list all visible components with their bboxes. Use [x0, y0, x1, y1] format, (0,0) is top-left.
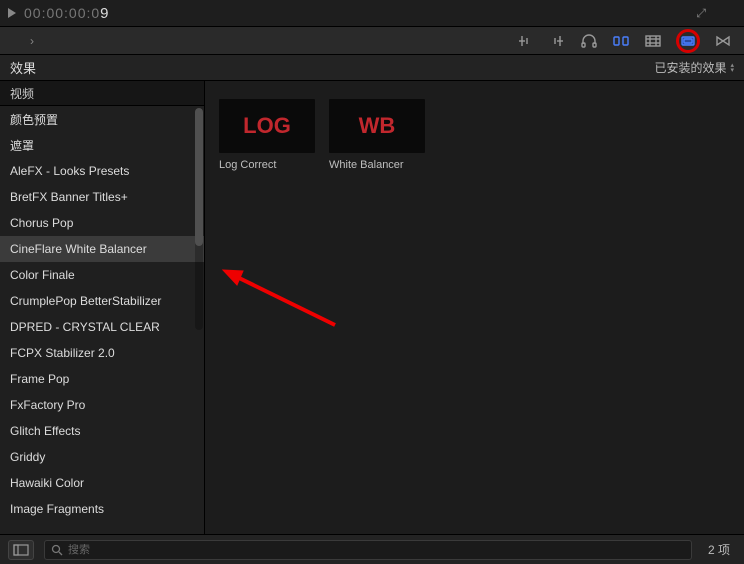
- sidebar-item[interactable]: Hawaiki Color: [0, 470, 204, 496]
- sidebar-header: 视频: [0, 81, 204, 106]
- align-right-icon[interactable]: [548, 34, 566, 48]
- toolbar-icons: [516, 29, 732, 53]
- item-count: 2 项: [708, 541, 730, 558]
- sidebar-item[interactable]: 颜色预置: [0, 106, 204, 132]
- search-input[interactable]: [44, 540, 692, 560]
- footer: 2 项: [0, 534, 744, 564]
- panel-title: 效果: [10, 58, 36, 77]
- effect-thumbnail[interactable]: LOG Log Correct: [219, 99, 315, 171]
- search-field[interactable]: [68, 544, 685, 556]
- filter-label: 已安装的效果: [654, 59, 726, 76]
- timecode-display: 00:00:00:09: [24, 5, 110, 22]
- sidebar-item[interactable]: Chorus Pop: [0, 210, 204, 236]
- timecode-last-digit: 9: [100, 5, 109, 22]
- sidebar-item[interactable]: CineFlare White Balancer: [0, 236, 204, 262]
- sidebar-item[interactable]: Glitch Effects: [0, 418, 204, 444]
- sidebar-item[interactable]: AleFX - Looks Presets: [0, 158, 204, 184]
- fullscreen-icon[interactable]: ⤢: [696, 6, 706, 21]
- sidebar: 视频 颜色预置遮罩AleFX - Looks PresetsBretFX Ban…: [0, 81, 205, 534]
- color-scope-icon[interactable]: [612, 34, 630, 48]
- panel-title-row: 效果 已安装的效果 ▴▾: [0, 55, 744, 81]
- transitions-icon[interactable]: [714, 34, 732, 48]
- scrollbar[interactable]: [195, 108, 203, 330]
- sidebar-item[interactable]: FxFactory Pro: [0, 392, 204, 418]
- thumbnail-panel: LOG Log Correct WB White Balancer: [205, 81, 744, 534]
- sidebar-item[interactable]: FCPX Stabilizer 2.0: [0, 340, 204, 366]
- effects-browser-highlight: [676, 29, 700, 53]
- sidebar-item[interactable]: 遮罩: [0, 132, 204, 158]
- sidebar-item[interactable]: Color Finale: [0, 262, 204, 288]
- view-toggle-icon[interactable]: [8, 540, 34, 560]
- back-chevron-icon[interactable]: ›: [30, 34, 34, 48]
- sidebar-item[interactable]: DPRED - CRYSTAL CLEAR: [0, 314, 204, 340]
- sidebar-item[interactable]: CrumplePop BetterStabilizer: [0, 288, 204, 314]
- sort-arrows-icon: ▴▾: [730, 63, 734, 73]
- timecode-prefix: 00:00:00:0: [24, 5, 100, 21]
- main-split: 视频 颜色预置遮罩AleFX - Looks PresetsBretFX Ban…: [0, 81, 744, 534]
- filter-dropdown[interactable]: 已安装的效果 ▴▾: [654, 59, 734, 76]
- filmstrip-icon[interactable]: [644, 34, 662, 48]
- annotation-arrow: [215, 265, 345, 350]
- sidebar-item[interactable]: Image Fragments: [0, 496, 204, 522]
- search-icon: [51, 544, 63, 556]
- headphones-icon[interactable]: [580, 34, 598, 48]
- scrollbar-thumb[interactable]: [195, 108, 203, 246]
- timecode-bar: 00:00:00:09 ⤢: [0, 0, 744, 27]
- sidebar-item[interactable]: BretFX Banner Titles+: [0, 184, 204, 210]
- thumbnail-label: White Balancer: [329, 159, 425, 171]
- sidebar-items: 颜色预置遮罩AleFX - Looks PresetsBretFX Banner…: [0, 106, 204, 534]
- sidebar-item[interactable]: Frame Pop: [0, 366, 204, 392]
- effects-browser-icon[interactable]: [679, 34, 697, 48]
- thumbnail-badge: LOG: [219, 99, 315, 153]
- effect-thumbnail[interactable]: WB White Balancer: [329, 99, 425, 171]
- align-left-icon[interactable]: [516, 34, 534, 48]
- thumbnail-badge: WB: [329, 99, 425, 153]
- play-icon[interactable]: [8, 8, 16, 18]
- sidebar-item[interactable]: Griddy: [0, 444, 204, 470]
- thumbnail-label: Log Correct: [219, 159, 315, 171]
- toolbar: ›: [0, 27, 744, 55]
